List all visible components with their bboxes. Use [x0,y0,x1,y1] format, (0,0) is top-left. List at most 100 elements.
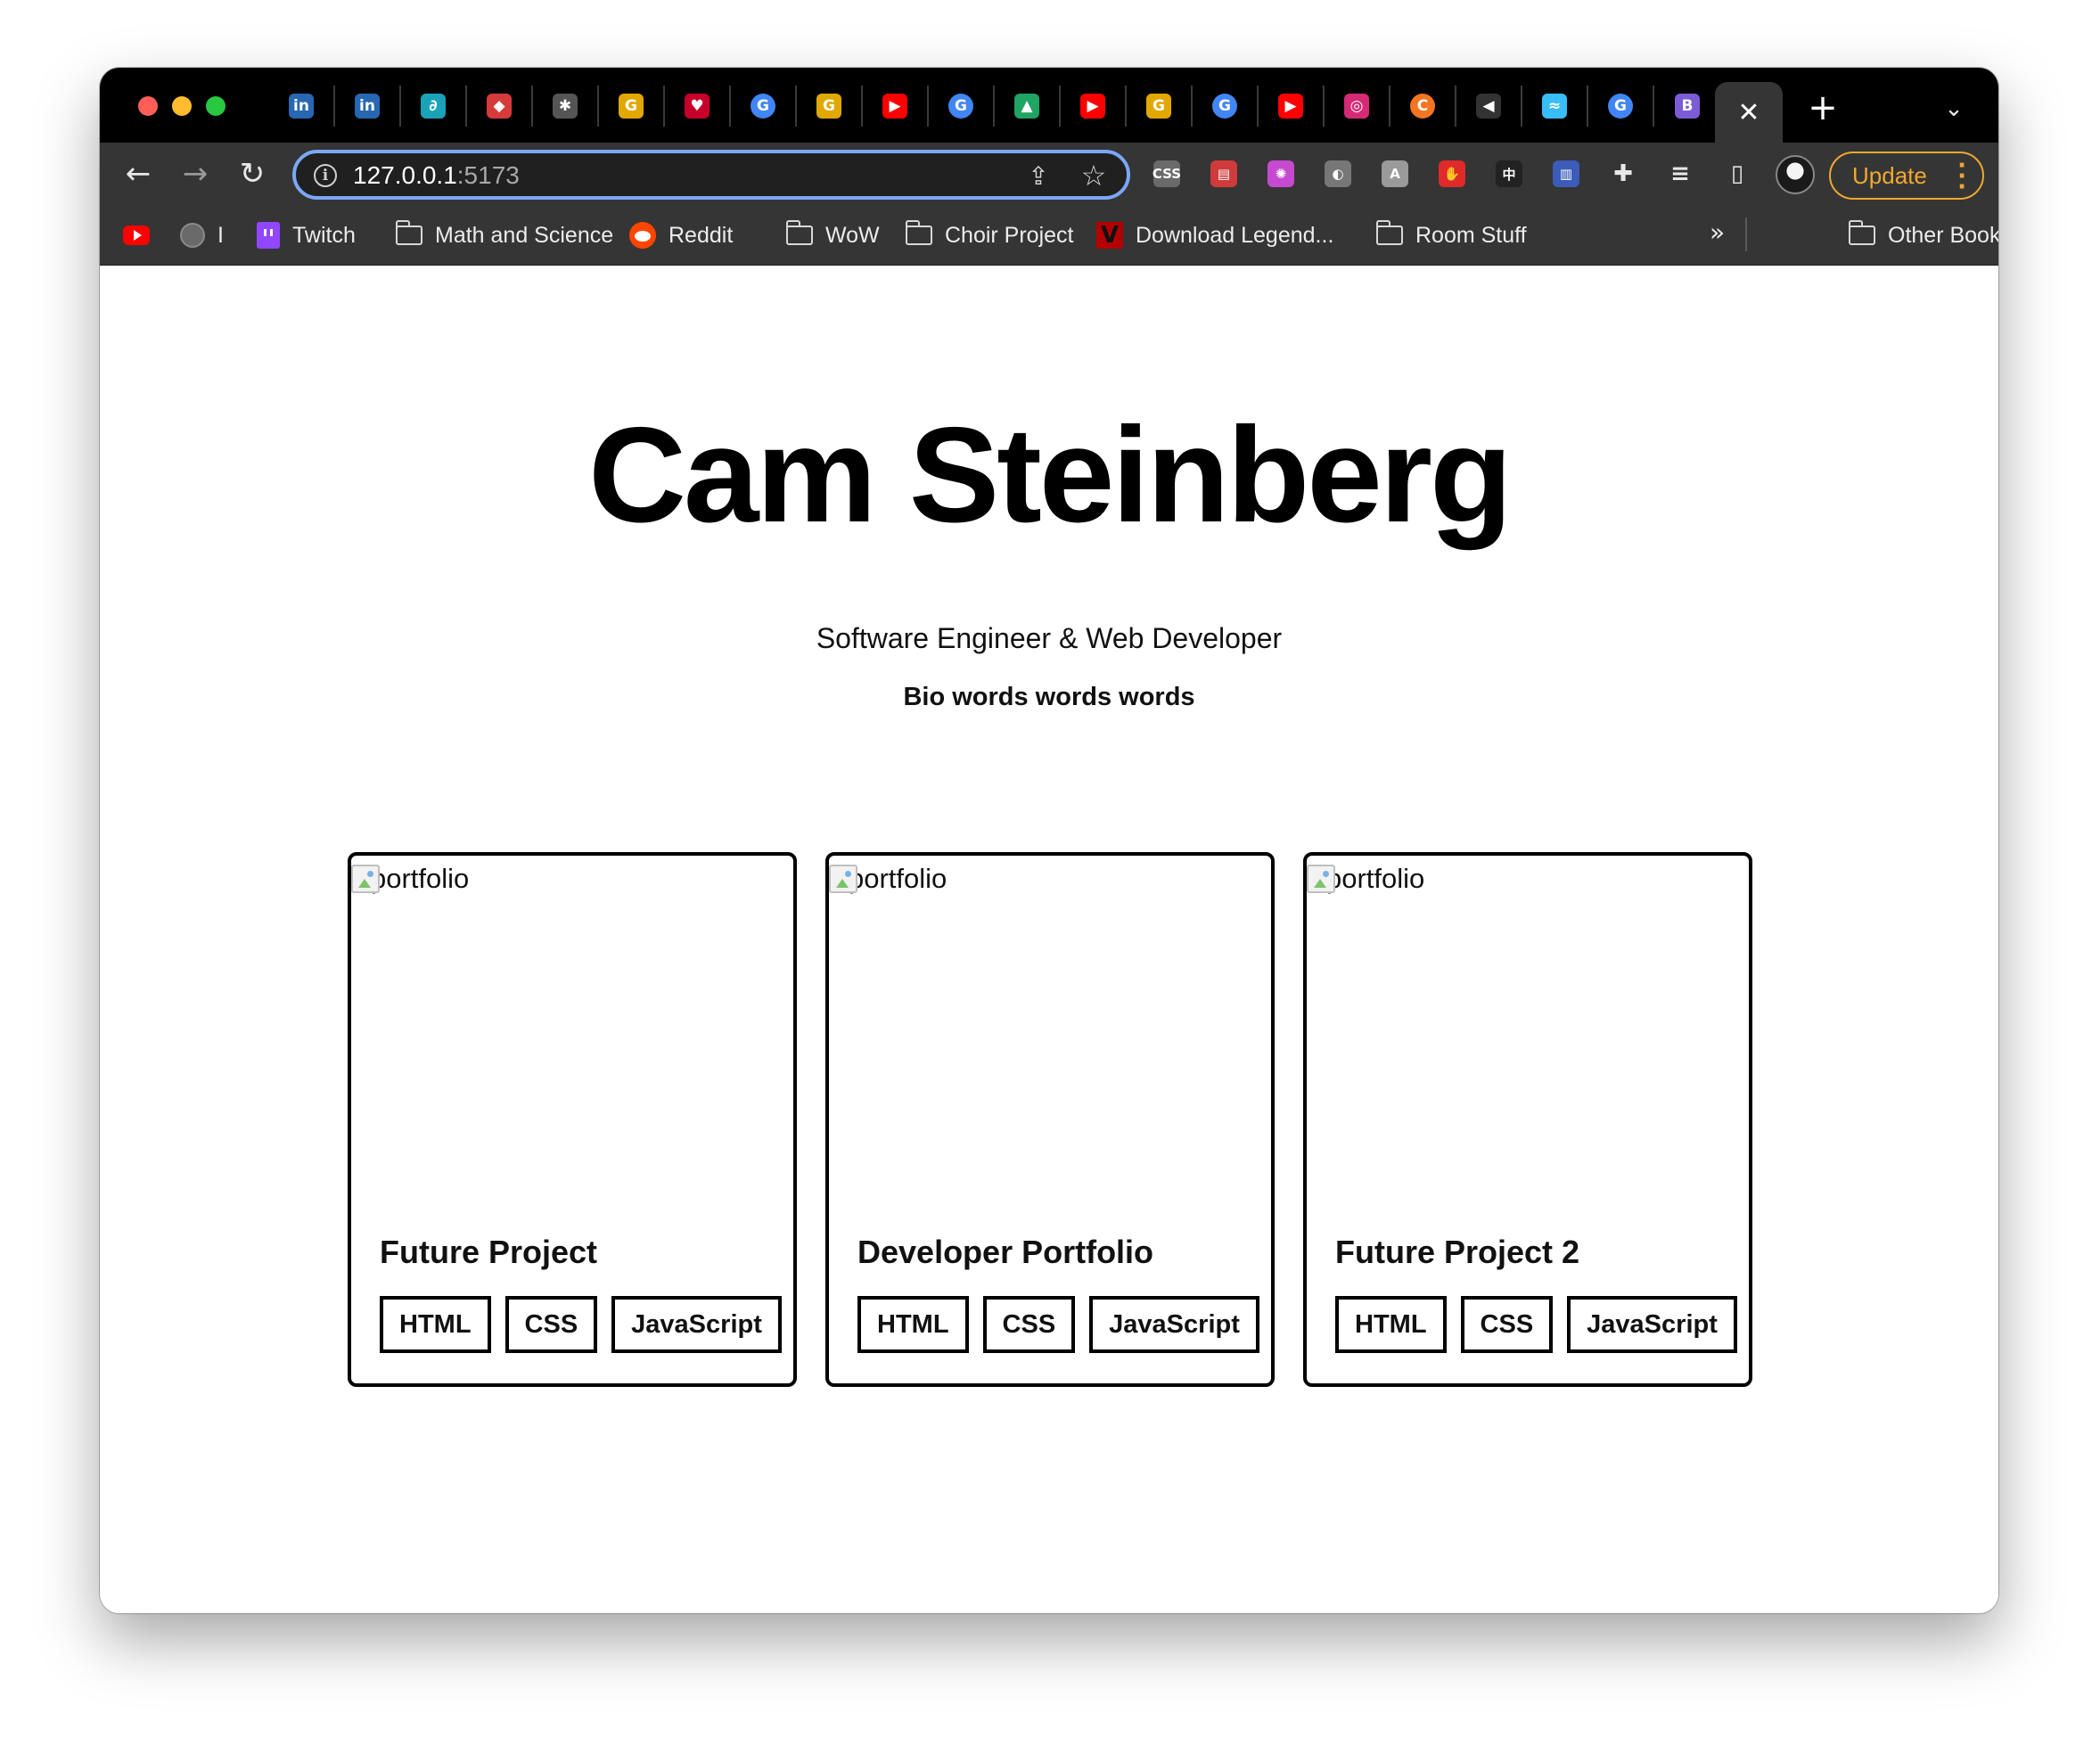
site-info-icon[interactable]: i [314,164,337,187]
url-host: 127.0.0.1 [353,161,457,189]
tab-19[interactable]: ≈ [1522,86,1588,127]
back-button[interactable]: ← [118,153,159,194]
tab-12[interactable]: ▶ [1061,86,1127,127]
translate-extension-icon: 中 [1496,160,1522,187]
close-window-button[interactable] [138,96,158,116]
profile-avatar[interactable] [1776,155,1815,194]
youtube-icon: ▶ [1080,94,1105,119]
broken-image-icon [1307,865,1335,893]
tab-11[interactable]: ▲ [995,86,1061,127]
tab-13[interactable]: G [1127,86,1193,127]
font-extension-button[interactable]: A [1376,155,1414,193]
tab-7[interactable]: G [731,86,797,127]
update-button[interactable]: Update · · · [1829,152,1984,200]
calendar-extension-button[interactable]: ▤ [1205,155,1243,193]
tab-0[interactable]: in [269,86,335,127]
tab-21[interactable]: B [1654,86,1720,127]
bookmark-item[interactable]: I [180,221,224,250]
color-wheel-extension-button[interactable]: ✺ [1262,155,1300,193]
project-card[interactable]: portfolio Developer Portfolio HTML CSS JavaS… [825,852,1275,1387]
bookmark-item[interactable]: Math and Science [395,220,613,250]
google-drive-icon: ▲ [1014,94,1039,119]
active-tab[interactable]: ✕ [1715,82,1783,143]
link-icon: ∂ [421,94,446,119]
page-viewport: Cam Steinberg Software Engineer & Web De… [100,266,1998,1613]
close-tab-icon[interactable]: ✕ [1737,97,1760,128]
browser-toolbar: ← → ↻ i 127.0.0.1:5173 ⇪ ☆ CSS ▤ ✺ ◐ A ✋ 中 ▥ ✚ ≡ ▯… [100,143,1998,205]
new-tab-button[interactable]: + [1802,87,1843,128]
bookmark-item[interactable]: Reddit [629,221,733,250]
tab-1[interactable]: in [335,86,401,127]
bookmark-star-icon[interactable]: ☆ [1079,159,1109,193]
tab-6[interactable]: ♥ [665,86,731,127]
bookmark-item[interactable]: Choir Project [905,220,1074,250]
address-bar[interactable]: i 127.0.0.1:5173 ⇪ ☆ [292,150,1130,200]
book-extension-button[interactable]: ▥ [1547,155,1585,193]
tech-tag: JavaScript [1567,1296,1737,1353]
bookmark-item[interactable] [123,221,162,250]
bookmarks-overflow-icon[interactable]: » [1710,217,1725,247]
tab-8[interactable]: G [797,86,863,127]
image-alt-text: portfolio [849,863,947,894]
minimize-window-button[interactable] [172,96,192,116]
bookmark-label: Reddit [669,222,734,248]
puzzle-extensions-button[interactable]: ✚ [1604,155,1642,193]
image-alt-text: portfolio [1326,863,1425,894]
tab-16[interactable]: ◎ [1325,86,1390,127]
url-text[interactable]: 127.0.0.1:5173 [353,162,520,189]
tab-5[interactable]: G [599,86,665,127]
tab-3[interactable]: ◆ [467,86,533,127]
tab-18[interactable]: ◀ [1456,86,1522,127]
share-icon[interactable]: ⇪ [1023,160,1054,191]
project-title: Future Project 2 [1335,1234,1580,1270]
twitch-icon [257,222,280,249]
maximize-window-button[interactable] [206,96,226,116]
project-title: Developer Portfolio [857,1234,1154,1270]
other-bookmarks-folder[interactable]: Other Bookmarks [1848,220,1998,250]
more-menu-icon[interactable]: · · · [1957,154,1966,199]
bookmark-label: Choir Project [945,222,1074,248]
tab-9[interactable]: ▶ [863,86,929,127]
tab-search-chevron-icon[interactable]: ⌄ [1936,91,1972,127]
adblock-extension-button[interactable]: ✋ [1433,155,1471,193]
tab-list: in in ∂ ◆ ✱ G ♥ G G ▶ G ▲ ▶ G G ▶ ◎ C ◀ ≈ G B [269,86,1720,127]
spy-extension-button[interactable]: ◐ [1319,155,1357,193]
browser-window: in in ∂ ◆ ✱ G ♥ G G ▶ G ▲ ▶ G G ▶ ◎ C ◀ ≈ G B ✕ + ⌄ ← → ↻ i 1… [100,68,1998,1613]
font-extension-icon: A [1382,160,1408,187]
tab-17[interactable]: C [1390,86,1456,127]
bookmark-item[interactable]: Twitch [257,221,356,250]
adblock-extension-icon: ✋ [1439,160,1465,187]
media-queue-button[interactable]: ≡ [1661,155,1699,193]
project-card[interactable]: portfolio Future Project 2 HTML CSS JavaScri… [1303,852,1752,1387]
folder-icon [1848,220,1875,245]
folder-icon [395,220,422,245]
update-label: Update [1852,161,1927,189]
css-extension-button[interactable]: CSS [1148,155,1185,193]
tech-tag: HTML [1335,1296,1447,1353]
google-icon: G [1608,94,1633,119]
iheart-icon: ♥ [685,94,710,119]
tab-2[interactable]: ∂ [401,86,467,127]
bookmark-item[interactable]: Room Stuff [1375,220,1527,250]
reload-button[interactable]: ↻ [232,153,273,194]
tab-10[interactable]: G [929,86,995,127]
bookmark-label: Twitch [292,222,356,248]
youtube-icon: ▶ [1278,94,1303,119]
bookmarks-bar: » Other Bookmarks I Twitch Math and Scienc… [100,205,1998,266]
speaker-icon: ◀ [1476,94,1501,119]
side-panel-button[interactable]: ▯ [1719,155,1756,193]
tab-20[interactable]: G [1588,86,1654,127]
tech-tag: JavaScript [1089,1296,1259,1353]
forward-button[interactable]: → [175,153,216,194]
bookmark-item[interactable]: WoW [785,220,880,250]
tab-14[interactable]: G [1193,86,1259,127]
tab-4[interactable]: ✱ [533,86,599,127]
translate-extension-button[interactable]: 中 [1490,155,1528,193]
bookmark-item[interactable]: V Download Legend... [1096,221,1333,250]
reload-icon: ↻ [239,156,266,192]
tab-15[interactable]: ▶ [1259,86,1325,127]
google-icon: G [1212,94,1237,119]
project-tags: HTML CSS JavaScript [380,1296,796,1353]
project-card[interactable]: portfolio Future Project HTML CSS JavaScript [348,852,797,1387]
url-port: :5173 [456,161,520,189]
